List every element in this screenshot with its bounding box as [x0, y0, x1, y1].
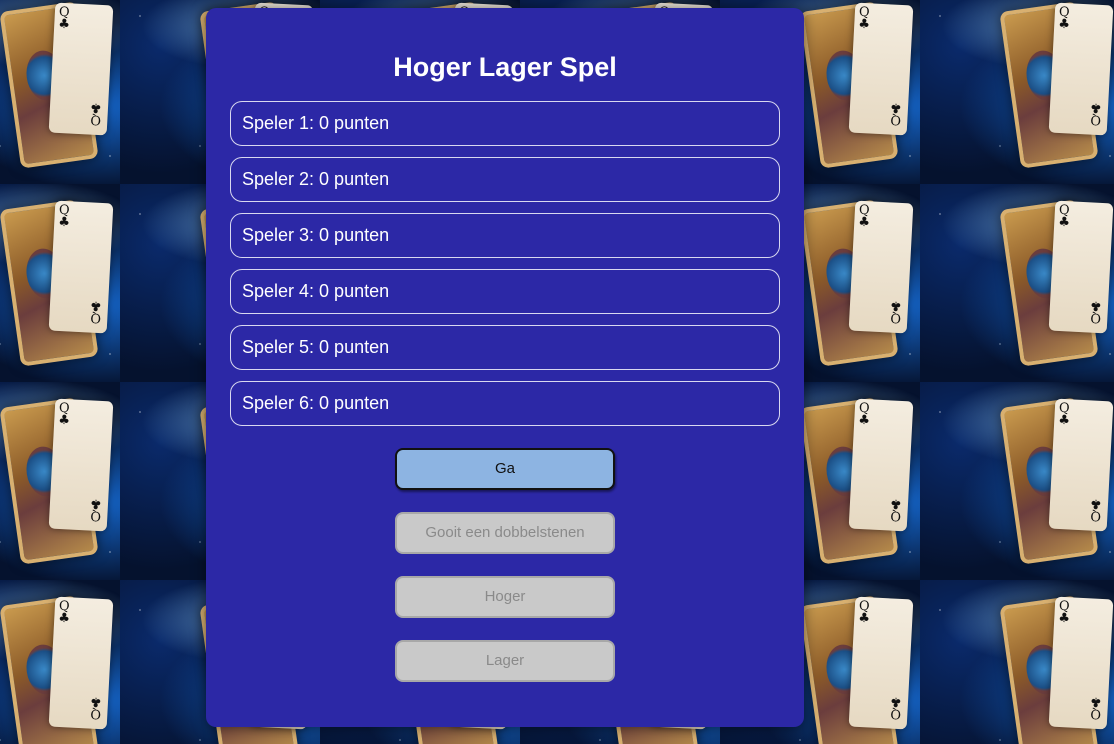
playing-card-image: Q♣Q♣	[1048, 398, 1114, 532]
playing-card-image: Q♣Q♣	[1048, 596, 1114, 730]
wallpaper-tile: Q♣Q♣	[0, 0, 128, 184]
page-title: Hoger Lager Spel	[393, 52, 617, 82]
player-score-row: Speler 4: 0 punten	[230, 269, 780, 314]
player-score-row: Speler 6: 0 punten	[230, 381, 780, 426]
higher-button[interactable]: Hoger	[395, 576, 615, 618]
playing-card-image: Q♣Q♣	[1048, 200, 1114, 334]
roll-dice-button[interactable]: Gooit een dobbelstenen	[395, 512, 615, 554]
playing-card-image: Q♣Q♣	[848, 200, 914, 334]
lower-button[interactable]: Lager	[395, 640, 615, 682]
wallpaper-tile: Q♣Q♣	[0, 382, 128, 580]
wallpaper-tile: Q♣Q♣	[0, 580, 128, 744]
playing-card-image: Q♣Q♣	[48, 2, 114, 136]
wallpaper-tile: Q♣Q♣	[920, 0, 1114, 184]
go-button[interactable]: Ga	[395, 448, 615, 490]
playing-card-image: Q♣Q♣	[848, 2, 914, 136]
player-list: Speler 1: 0 punten Speler 2: 0 punten Sp…	[230, 101, 780, 437]
playing-card-image: Q♣Q♣	[848, 398, 914, 532]
player-score-row: Speler 1: 0 punten	[230, 101, 780, 146]
playing-card-image: Q♣Q♣	[48, 398, 114, 532]
player-score-row: Speler 5: 0 punten	[230, 325, 780, 370]
wallpaper-tile: Q♣Q♣	[920, 382, 1114, 580]
playing-card-image: Q♣Q♣	[48, 596, 114, 730]
wallpaper-tile: Q♣Q♣	[920, 184, 1114, 382]
game-panel: Hoger Lager Spel Speler 1: 0 punten Spel…	[206, 8, 804, 727]
wallpaper-tile: Q♣Q♣	[0, 184, 128, 382]
playing-card-image: Q♣Q♣	[848, 596, 914, 730]
player-score-row: Speler 3: 0 punten	[230, 213, 780, 258]
player-score-row: Speler 2: 0 punten	[230, 157, 780, 202]
playing-card-image: Q♣Q♣	[48, 200, 114, 334]
playing-card-image: Q♣Q♣	[1048, 2, 1114, 136]
wallpaper-tile: Q♣Q♣	[920, 580, 1114, 744]
